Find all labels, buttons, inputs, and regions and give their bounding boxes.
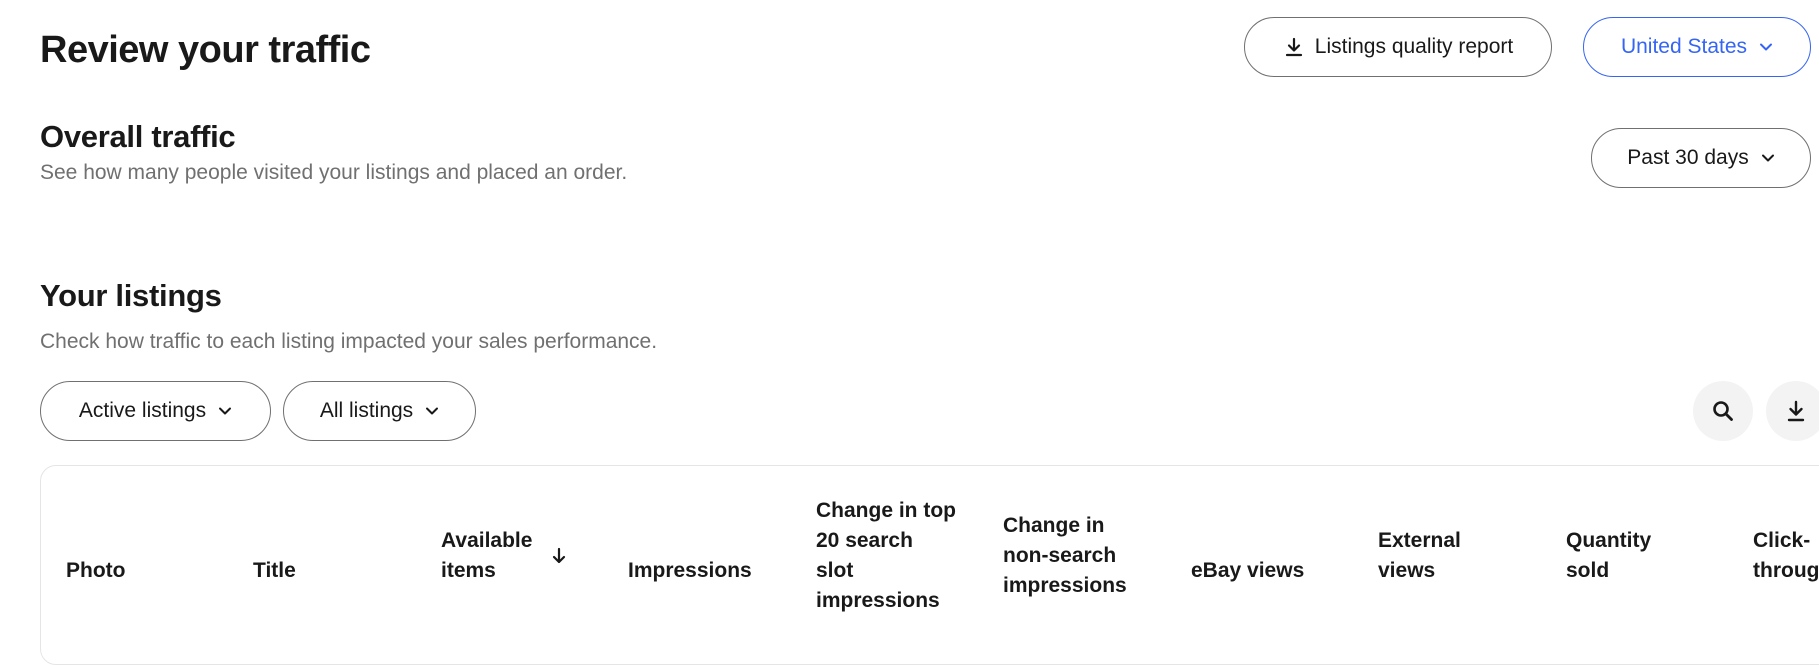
column-header-photo: Photo [66,559,126,582]
column-header-external-views[interactable]: External views [1378,526,1488,586]
listings-quality-report-label: Listings quality report [1314,35,1514,58]
overall-traffic-subtitle: See how many people visited your listing… [40,161,628,184]
chevron-down-icon [1759,42,1773,52]
column-header-quantity-sold[interactable]: Quantity sold [1566,526,1676,586]
listing-type-filter-label: All listings [319,399,414,422]
column-header-title[interactable]: Title [253,556,296,586]
column-header-non-search-impressions[interactable]: Change in non-search impressions [1003,511,1143,601]
column-header-impressions[interactable]: Impressions [628,556,752,586]
column-header-click-through[interactable]: Click-through [1753,526,1819,586]
region-select-label: United States [1620,35,1748,58]
listings-table: Photo Title Available items Impressions … [40,465,1819,665]
download-listings-button[interactable] [1766,381,1819,441]
chevron-down-icon [1761,153,1775,163]
listing-status-filter[interactable]: Active listings [40,381,271,441]
your-listings-subtitle: Check how traffic to each listing impact… [40,330,658,353]
column-header-available-items[interactable]: Available items [441,526,551,586]
column-header-available-items-label: Available items [441,529,533,582]
overall-traffic-title: Overall traffic [40,119,236,154]
period-select-button[interactable]: Past 30 days [1591,128,1811,188]
search-listings-button[interactable] [1693,381,1753,441]
region-select-button[interactable]: United States [1583,17,1811,77]
chevron-down-icon [425,406,439,416]
listings-quality-report-button[interactable]: Listings quality report [1244,17,1552,77]
your-listings-title: Your listings [40,278,222,313]
arrow-down-icon [549,546,569,571]
search-icon [1711,399,1735,423]
download-icon [1283,36,1305,58]
column-header-ebay-views[interactable]: eBay views [1191,556,1304,586]
chevron-down-icon [218,406,232,416]
listing-status-filter-label: Active listings [78,399,207,422]
listing-type-filter[interactable]: All listings [283,381,476,441]
column-header-top20-search-impressions[interactable]: Change in top 20 search slot impressions [816,496,956,616]
page-title: Review your traffic [40,29,371,71]
download-icon [1784,399,1808,423]
period-select-label: Past 30 days [1627,146,1749,169]
